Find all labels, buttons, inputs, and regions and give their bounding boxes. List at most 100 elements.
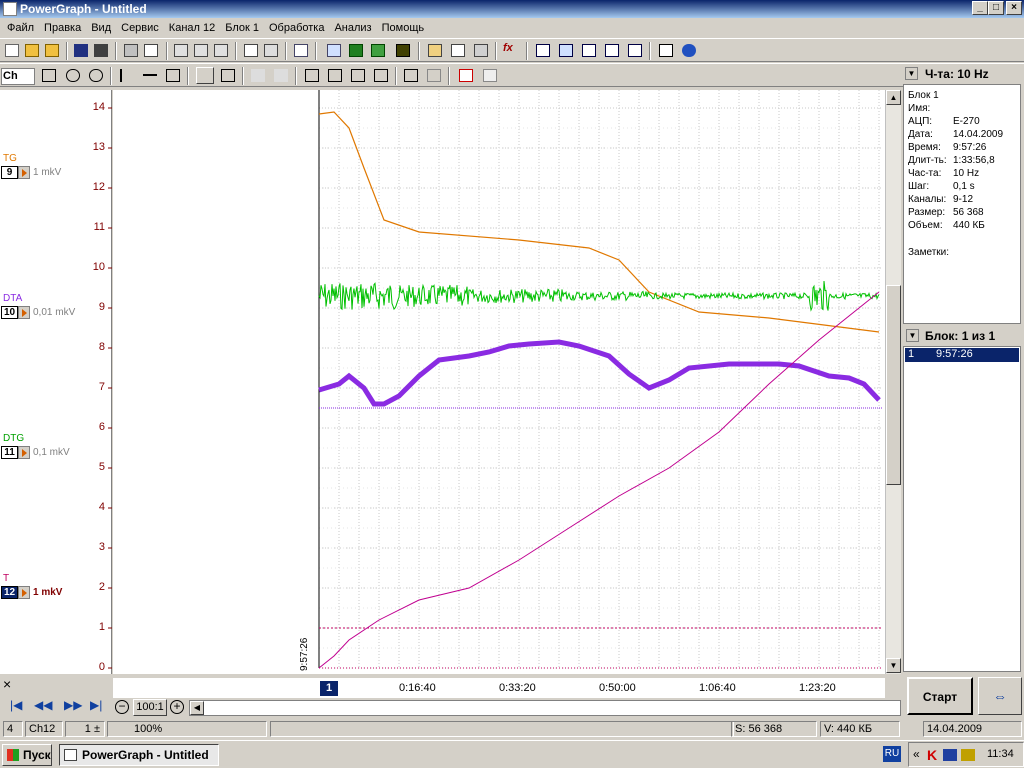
menu-service[interactable]: Сервис	[116, 22, 164, 34]
waveform-icon[interactable]	[402, 67, 420, 84]
graph-area[interactable]: 9:57:26	[113, 90, 885, 674]
channel-t-number[interactable]: 12	[1, 586, 18, 599]
print-preview-icon[interactable]	[142, 42, 160, 59]
web-icon[interactable]	[680, 42, 698, 59]
new-file-icon[interactable]	[3, 42, 21, 59]
save-icon[interactable]	[72, 42, 90, 59]
nav-back-icon[interactable]: ◀◀	[34, 698, 52, 712]
go-last-icon[interactable]	[372, 67, 390, 84]
close-button[interactable]: ×	[1006, 1, 1022, 15]
nav-last-icon[interactable]: ▶|	[90, 698, 102, 712]
power-icon[interactable]	[961, 749, 975, 761]
zoom-analysis-icon[interactable]	[557, 42, 575, 59]
close-panel-icon[interactable]: ×	[3, 676, 11, 692]
start-button[interactable]: Старт	[907, 677, 973, 715]
remove-marker-icon[interactable]	[272, 67, 290, 84]
paste-icon[interactable]	[212, 42, 230, 59]
histogram-icon[interactable]	[626, 42, 644, 59]
paste-graph-icon[interactable]	[262, 42, 280, 59]
channel-dtg-control[interactable]: 11 0,1 mkV	[1, 446, 70, 459]
network-icon[interactable]	[943, 749, 957, 761]
start-menu-button[interactable]: Пуск	[2, 744, 52, 766]
copy-icon[interactable]	[192, 42, 210, 59]
duplicate-icon[interactable]	[292, 42, 310, 59]
cut-icon[interactable]	[172, 42, 190, 59]
block-marker[interactable]: 1	[320, 681, 338, 696]
print-icon[interactable]	[122, 42, 140, 59]
horizontal-scrollbar[interactable]: ◀	[189, 700, 901, 716]
delete-gray-icon[interactable]	[481, 67, 499, 84]
zoom-plus-icon[interactable]: +	[170, 700, 184, 714]
open-recent-icon[interactable]	[43, 42, 61, 59]
waveform-grid-icon[interactable]	[425, 67, 443, 84]
vertical-scrollbar[interactable]: ▲ ▼	[885, 90, 901, 674]
channel-tg-arrow-icon[interactable]	[18, 166, 30, 179]
scale-icon[interactable]	[219, 67, 237, 84]
marker-icon[interactable]	[249, 67, 267, 84]
tray-expand-icon[interactable]: «	[913, 747, 920, 761]
autoscale-icon[interactable]	[196, 67, 214, 84]
edit-icon[interactable]	[426, 42, 444, 59]
graph-canvas[interactable]	[113, 90, 885, 674]
channel-dtg-arrow-icon[interactable]	[18, 446, 30, 459]
channel-dta-arrow-icon[interactable]	[18, 306, 30, 319]
copy-graph-icon[interactable]	[242, 42, 260, 59]
zoom-minus-icon[interactable]: −	[115, 700, 129, 714]
stop-icon[interactable]	[394, 42, 412, 59]
zoom-fit-icon[interactable]	[40, 67, 58, 84]
channel-tg-number[interactable]: 9	[1, 166, 18, 179]
menu-block[interactable]: Блок 1	[220, 22, 264, 34]
block-list[interactable]: 1 9:57:26	[903, 346, 1021, 672]
delete-red-icon[interactable]	[457, 67, 475, 84]
help-icon[interactable]	[657, 42, 675, 59]
nav-forward-icon[interactable]: ▶▶	[64, 698, 82, 712]
menu-edit[interactable]: Правка	[39, 22, 86, 34]
scroll-left-icon[interactable]: ◀	[190, 701, 204, 715]
fft-icon[interactable]	[580, 42, 598, 59]
center-icon[interactable]	[164, 67, 182, 84]
channel-tg-control[interactable]: 9 1 mkV	[1, 166, 61, 179]
expand-horizontal-icon[interactable]	[141, 67, 159, 84]
go-first-icon[interactable]	[303, 67, 321, 84]
process-icon[interactable]	[472, 42, 490, 59]
channel-dta-number[interactable]: 10	[1, 306, 18, 319]
block-dropdown-icon[interactable]: ▼	[906, 329, 919, 342]
channel-t-arrow-icon[interactable]	[18, 586, 30, 599]
channel-dta-control[interactable]: 10 0,01 mkV	[1, 306, 75, 319]
spectrum-icon[interactable]	[603, 42, 621, 59]
menu-file[interactable]: Файл	[2, 22, 39, 34]
zoom-out-icon[interactable]	[64, 67, 82, 84]
device-icon[interactable]: ⇔	[978, 677, 1022, 715]
zoom-ratio[interactable]: 100:1	[133, 699, 167, 716]
antivirus-icon[interactable]: K	[927, 747, 937, 763]
menu-view[interactable]: Вид	[86, 22, 116, 34]
menu-processing[interactable]: Обработка	[264, 22, 329, 34]
filter-icon[interactable]	[449, 42, 467, 59]
play-icon[interactable]	[369, 42, 387, 59]
maximize-button[interactable]: □	[988, 1, 1004, 15]
menu-channel[interactable]: Канал 12	[164, 22, 220, 34]
zoom-in-icon[interactable]	[87, 67, 105, 84]
freq-dropdown-icon[interactable]: ▼	[905, 67, 918, 80]
taskbar-app-button[interactable]: PowerGraph - Untitled	[59, 744, 219, 766]
scroll-thumb[interactable]	[886, 285, 901, 485]
scroll-down-icon[interactable]: ▼	[886, 658, 901, 673]
save-as-icon[interactable]	[92, 42, 110, 59]
select-tool-icon[interactable]	[325, 42, 343, 59]
table-icon[interactable]	[534, 42, 552, 59]
nav-first-icon[interactable]: |◀	[10, 698, 22, 712]
menu-analysis[interactable]: Анализ	[329, 22, 376, 34]
go-prev-icon[interactable]	[326, 67, 344, 84]
block-list-item[interactable]: 1 9:57:26	[905, 348, 1019, 362]
channel-select[interactable]: Ch	[1, 68, 35, 85]
go-next-icon[interactable]	[349, 67, 367, 84]
open-folder-icon[interactable]	[23, 42, 41, 59]
function-icon[interactable]: fx	[503, 42, 521, 59]
channel-dtg-number[interactable]: 11	[1, 446, 18, 459]
record-icon[interactable]	[347, 42, 365, 59]
minimize-button[interactable]: _	[972, 1, 988, 15]
scroll-up-icon[interactable]: ▲	[886, 90, 901, 105]
channel-t-control[interactable]: 12 1 mkV	[1, 586, 62, 599]
menu-help[interactable]: Помощь	[377, 22, 430, 34]
language-indicator[interactable]: RU	[883, 746, 901, 762]
